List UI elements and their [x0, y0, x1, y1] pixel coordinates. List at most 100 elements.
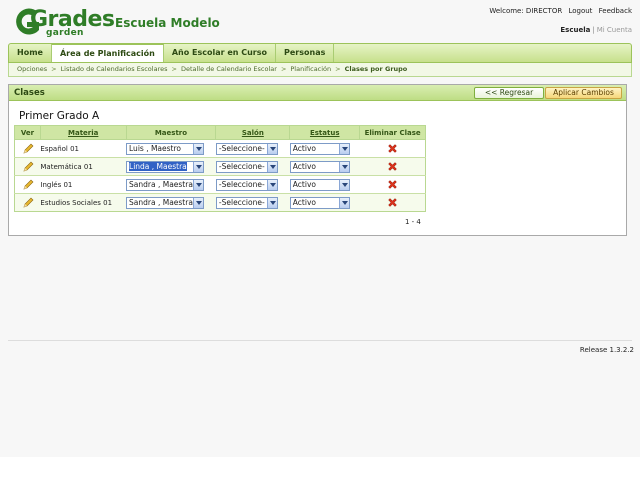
breadcrumb-planning[interactable]: Planificación [290, 65, 331, 73]
ver-cell [14, 193, 41, 212]
chevron-down-icon [338, 197, 349, 208]
chevron-down-icon [266, 161, 277, 172]
delete-x-icon[interactable] [387, 179, 398, 190]
link-separator: | [592, 26, 595, 34]
salon-select-value: -Seleccione- [218, 161, 265, 171]
chevron-down-icon [193, 179, 204, 190]
salon-cell: -Seleccione- [215, 157, 290, 176]
school-name: Escuela Modelo [115, 16, 220, 30]
salon-select-value: -Seleccione- [218, 179, 265, 189]
pencil-icon[interactable] [22, 197, 34, 209]
estatus-select[interactable]: Activo [289, 178, 350, 191]
salon-select[interactable]: -Seleccione- [215, 142, 278, 155]
ver-cell [14, 139, 41, 158]
col-header-estatus[interactable]: Estatus [289, 125, 361, 140]
chevron-down-icon [338, 161, 349, 172]
school-link[interactable]: Escuela [560, 26, 590, 34]
eliminar-cell [359, 139, 426, 158]
estatus-select[interactable]: Activo [289, 160, 350, 173]
breadcrumb-separator: > [280, 65, 287, 73]
estatus-cell: Activo [289, 193, 360, 212]
top-links: Welcome: DIRECTOR Logout Feedback [485, 7, 632, 15]
materia-cell: Matemática 01 [40, 157, 127, 176]
chevron-down-icon [266, 143, 277, 154]
estatus-select[interactable]: Activo [289, 142, 350, 155]
materia-cell: Español 01 [40, 139, 127, 158]
maestro-select[interactable]: Sandra , Maestra [126, 178, 205, 191]
my-account-link[interactable]: Mi Cuenta [597, 26, 632, 34]
col-header-materia[interactable]: Materia [39, 125, 127, 140]
breadcrumb-calendar-detail[interactable]: Detalle de Calendario Escolar [181, 65, 277, 73]
estatus-cell: Activo [289, 139, 360, 158]
col-header-ver: Ver [14, 125, 41, 140]
col-header-maestro: Maestro [125, 125, 217, 140]
back-button[interactable]: << Regresar [474, 87, 544, 99]
ver-cell [14, 175, 41, 194]
maestro-cell: Sandra , Maestra [126, 193, 216, 212]
footer-divider [8, 340, 632, 341]
delete-x-icon[interactable] [387, 161, 398, 172]
materia-cell: Estudios Sociales 01 [40, 193, 127, 212]
grades-garden-logo[interactable]: Grades garden [8, 6, 115, 38]
col-header-salon[interactable]: Salón [215, 125, 291, 140]
classes-table: Ver Materia Maestro Salón Estatus Elimin… [14, 125, 426, 212]
tab-people[interactable]: Personas [276, 44, 335, 62]
breadcrumb-calendar-list[interactable]: Listado de Calendarios Escolares [61, 65, 168, 73]
group-title: Primer Grado A [19, 110, 100, 122]
estatus-select-value: Activo [292, 161, 316, 171]
panel-header: Clases << Regresar Aplicar Cambios [9, 85, 626, 101]
eliminar-cell [359, 193, 426, 212]
estatus-cell: Activo [289, 175, 360, 194]
maestro-select[interactable]: Luis , Maestro [126, 142, 205, 155]
breadcrumb-options[interactable]: Opciones [17, 65, 47, 73]
salon-select[interactable]: -Seleccione- [215, 178, 278, 191]
estatus-select-value: Activo [292, 179, 316, 189]
chevron-down-icon [266, 197, 277, 208]
pager-range: 1 - 4 [405, 218, 421, 226]
page: Grades garden Escuela Modelo Welcome: DI… [0, 0, 640, 457]
panel-title: Clases [14, 88, 45, 98]
tab-current-school-year[interactable]: Año Escolar en Curso [164, 44, 277, 62]
salon-select[interactable]: -Seleccione- [215, 160, 278, 173]
maestro-cell: Linda , Maestra [126, 157, 216, 176]
maestro-select-value: Sandra , Maestra [129, 179, 193, 189]
chevron-down-icon [193, 143, 204, 154]
ver-cell [14, 157, 41, 176]
apply-changes-button[interactable]: Aplicar Cambios [545, 87, 622, 99]
delete-x-icon[interactable] [387, 143, 398, 154]
estatus-select-value: Activo [292, 143, 316, 153]
tab-home[interactable]: Home [9, 44, 52, 62]
salon-cell: -Seleccione- [215, 193, 290, 212]
chevron-down-icon [338, 179, 349, 190]
maestro-cell: Luis , Maestro [126, 139, 216, 158]
salon-cell: -Seleccione- [215, 175, 290, 194]
table-header-row: Ver Materia Maestro Salón Estatus Elimin… [14, 125, 426, 140]
maestro-select-value: Linda , Maestra [129, 161, 187, 171]
pencil-icon[interactable] [22, 143, 34, 155]
tab-planning-area[interactable]: Área de Planificación [51, 44, 164, 62]
breadcrumb-current: Clases por Grupo [344, 65, 408, 73]
account-links: Escuela | Mi Cuenta [560, 26, 632, 34]
classes-panel: Clases << Regresar Aplicar Cambios Prime… [8, 84, 627, 236]
estatus-cell: Activo [289, 157, 360, 176]
materia-cell: Inglés 01 [40, 175, 127, 194]
col-header-eliminar: Eliminar Clase [359, 125, 426, 140]
welcome-text: Welcome: DIRECTOR [489, 7, 563, 15]
logout-link[interactable]: Logout [568, 7, 592, 15]
pencil-icon[interactable] [22, 161, 34, 173]
eliminar-cell [359, 175, 426, 194]
delete-x-icon[interactable] [387, 197, 398, 208]
salon-select[interactable]: -Seleccione- [215, 196, 278, 209]
chevron-down-icon [266, 179, 277, 190]
logo-subword: garden [46, 28, 84, 38]
estatus-select[interactable]: Activo [289, 196, 350, 209]
release-version: Release 1.3.2.2 [579, 346, 634, 354]
chevron-down-icon [193, 161, 204, 172]
maestro-select[interactable]: Linda , Maestra [126, 160, 205, 173]
salon-select-value: -Seleccione- [218, 197, 265, 207]
maestro-select[interactable]: Sandra , Maestra [126, 196, 205, 209]
eliminar-cell [359, 157, 426, 176]
feedback-link[interactable]: Feedback [599, 7, 632, 15]
table-row: Español 01 Luis , Maestro -Seleccione- A… [14, 139, 426, 158]
pencil-icon[interactable] [22, 179, 34, 191]
